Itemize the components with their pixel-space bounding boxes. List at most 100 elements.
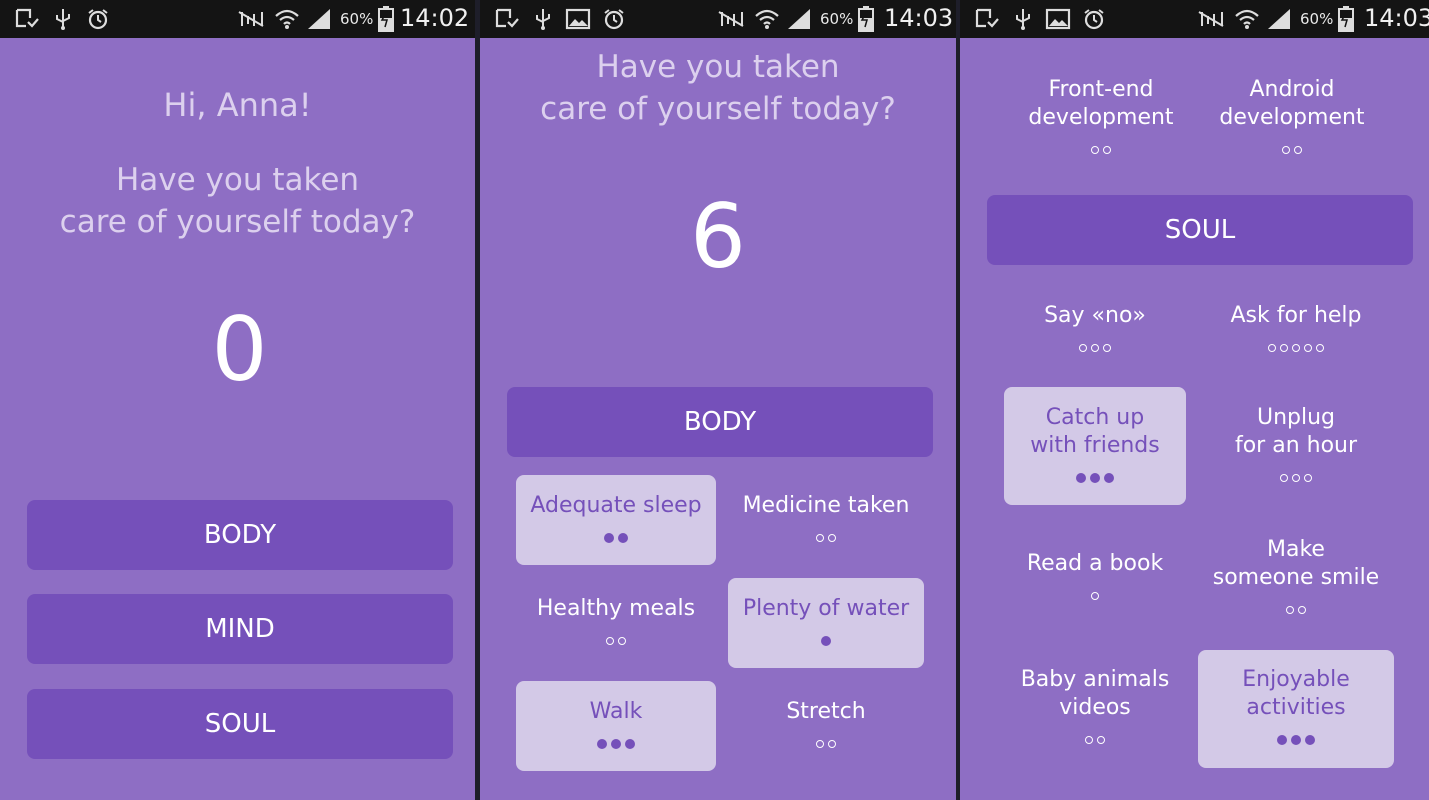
wifi-icon [275,9,299,29]
habit-item-label: Unplug for an hour [1234,405,1358,458]
battery-percentage: 60% [820,10,854,28]
empty-dot-icon [1292,344,1300,352]
body-category-header[interactable]: BODY [507,387,933,457]
progress-dots [728,730,924,748]
habit-item-label: Make someone smile [1212,537,1380,590]
nfc-icon [238,11,264,27]
habit-item-label: Android development [1219,77,1365,130]
prompt-line-2: care of yourself today? [59,204,416,240]
filled-dot-icon [821,636,831,646]
empty-dot-icon [1286,606,1294,614]
habit-item[interactable]: Medicine taken [728,475,924,565]
filled-dot-icon [611,739,621,749]
battery-percentage: 60% [1300,10,1334,28]
habit-item[interactable]: Unplug for an hour [1198,387,1394,505]
habit-item-label: Walk [589,699,643,724]
status-bar: 60% 14:03 [960,0,1429,38]
battery-charging-icon [378,6,394,32]
empty-dot-icon [816,740,824,748]
empty-dot-icon [1298,606,1306,614]
screen-body: 60% 14:03 Have you taken care of yoursel… [480,0,956,800]
empty-dot-icon [1304,344,1312,352]
habit-item[interactable]: Baby animals videos [1004,650,1186,768]
empty-dot-icon [1103,344,1111,352]
habit-item-label: Say «no» [1044,303,1146,328]
prompt-line-1: Have you taken [115,162,360,198]
battery-charging-icon [1338,6,1354,32]
empty-dot-icon [1097,736,1105,744]
empty-dot-icon [1294,146,1302,154]
empty-dot-icon [1091,344,1099,352]
empty-dot-icon [828,740,836,748]
habit-item[interactable]: Read a book [1004,530,1186,620]
filled-dot-icon [625,739,635,749]
progress-dots [1198,464,1394,482]
empty-dot-icon [1316,344,1324,352]
empty-dot-icon [1091,592,1099,600]
prompt-line-1: Have you taken [596,49,840,85]
filled-dot-icon [1090,473,1100,483]
care-counter: 6 [690,185,746,288]
empty-dot-icon [1103,146,1111,154]
filled-dot-icon [1291,735,1301,745]
habit-item[interactable]: Stretch [728,681,924,771]
empty-dot-icon [816,534,824,542]
empty-dot-icon [828,534,836,542]
progress-dots [728,524,924,542]
empty-dot-icon [1091,146,1099,154]
habit-item[interactable]: Enjoyable activities [1198,650,1394,768]
signal-icon [308,9,330,29]
progress-dots [1004,334,1186,352]
habit-item-label: Read a book [1026,551,1164,576]
progress-dots [516,524,716,543]
mind-button[interactable]: MIND [27,594,453,664]
care-counter: 0 [211,298,268,401]
clock: 14:03 [1364,4,1429,32]
body-button[interactable]: BODY [27,500,453,570]
habit-item[interactable]: Say «no» [1004,298,1186,368]
habit-item[interactable]: Walk [516,681,716,771]
habit-item[interactable]: Front-end development [1006,74,1196,164]
progress-dots [1006,136,1196,154]
progress-dots [1004,582,1186,600]
habit-item-label: Plenty of water [742,596,910,621]
habit-item-label: Catch up with friends [1030,405,1160,458]
filled-dot-icon [1305,735,1315,745]
empty-dot-icon [1280,474,1288,482]
progress-dots [1004,726,1186,744]
habit-item[interactable]: Android development [1196,74,1388,164]
empty-dot-icon [1268,344,1276,352]
progress-dots [516,627,716,645]
filled-dot-icon [618,533,628,543]
nfc-icon [718,11,744,27]
habit-item[interactable]: Make someone smile [1198,530,1394,620]
usb-icon [536,9,550,30]
soul-button[interactable]: SOUL [27,689,453,759]
habit-item[interactable]: Adequate sleep [516,475,716,565]
greeting: Hi, Anna! [163,86,312,124]
alarm-icon [88,9,108,30]
filled-dot-icon [597,739,607,749]
soul-category-header[interactable]: SOUL [987,195,1413,265]
habit-item-label: Enjoyable activities [1242,667,1350,720]
habit-item[interactable]: Catch up with friends [1004,387,1186,505]
download-notification-icon [495,8,519,28]
habit-item-label: Stretch [786,699,866,724]
signal-icon [788,9,810,29]
progress-dots [728,627,924,646]
habit-item-label: Medicine taken [742,493,910,518]
filled-dot-icon [604,533,614,543]
signal-icon [1268,9,1290,29]
download-notification-icon [15,8,39,28]
habit-item[interactable]: Ask for help [1198,298,1394,368]
habit-item[interactable]: Healthy meals [516,578,716,668]
empty-dot-icon [1079,344,1087,352]
nfc-icon [1198,11,1224,27]
empty-dot-icon [606,637,614,645]
empty-dot-icon [1292,474,1300,482]
progress-dots [1198,334,1394,352]
download-notification-icon [975,8,999,28]
habit-item[interactable]: Plenty of water [728,578,924,668]
empty-dot-icon [618,637,626,645]
progress-dots [1198,726,1394,745]
